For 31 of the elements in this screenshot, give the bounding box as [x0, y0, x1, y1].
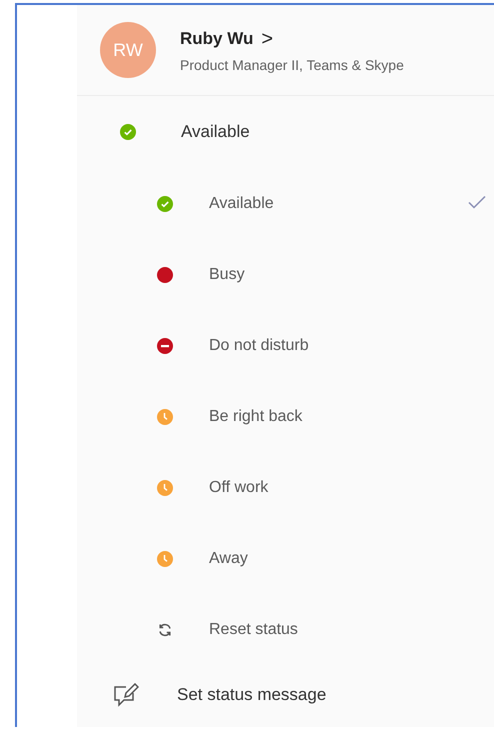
status-label: Busy [209, 266, 245, 284]
clock-icon [157, 480, 173, 496]
current-status[interactable]: Available [77, 96, 494, 168]
status-option[interactable]: Reset status [77, 594, 494, 665]
status-label: Do not disturb [209, 336, 309, 354]
job-title: Product Manager II, Teams & Skype [180, 56, 404, 72]
avatar: RW [100, 22, 156, 78]
status-label: Available [209, 194, 274, 212]
status-option[interactable]: Away [77, 523, 494, 594]
minus-circle-icon [157, 338, 173, 354]
status-label: Off work [209, 478, 268, 496]
status-label: Reset status [209, 620, 298, 638]
user-name[interactable]: Ruby Wu [180, 29, 254, 49]
status-option[interactable]: Busy [77, 239, 494, 310]
status-option[interactable]: Be right back [77, 381, 494, 452]
status-option[interactable]: Off work [77, 452, 494, 523]
edit-message-icon [113, 683, 139, 707]
status-label: Available [181, 122, 250, 142]
chevron-icon[interactable]: > [261, 28, 274, 50]
menu-label: Set status message [177, 685, 326, 705]
status-option[interactable]: Available [77, 168, 494, 239]
check-circle-icon [120, 124, 136, 140]
clock-icon [157, 408, 173, 424]
set-status-message-item[interactable]: Set status message [77, 665, 494, 725]
status-label: Away [209, 550, 248, 568]
busy-dot-icon [157, 266, 173, 282]
clock-icon [157, 550, 173, 566]
status-option[interactable]: Do not disturb [77, 310, 494, 381]
sync-icon [157, 622, 173, 638]
status-label: Be right back [209, 408, 302, 426]
check-circle-icon [157, 196, 173, 212]
